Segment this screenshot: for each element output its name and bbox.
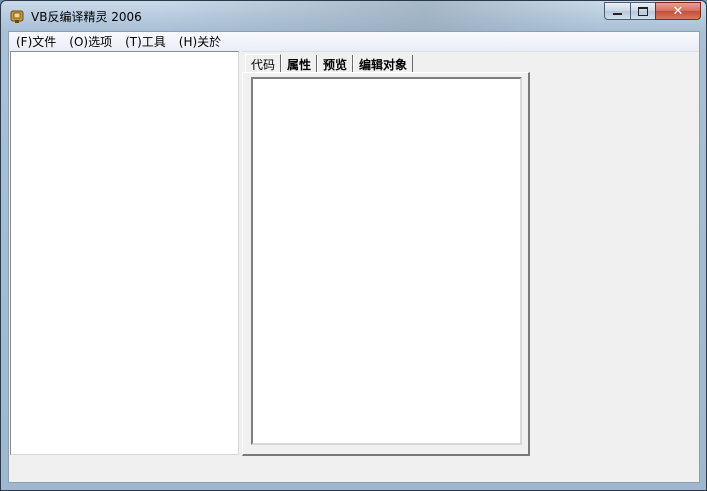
menu-tools[interactable]: (T)工具 bbox=[118, 33, 172, 50]
app-icon[interactable] bbox=[9, 8, 25, 24]
maximize-button[interactable] bbox=[630, 2, 655, 20]
status-area bbox=[9, 456, 699, 482]
tab-panel bbox=[242, 72, 530, 456]
client-area: (F)文件 (O)选项 (T)工具 (H)关於 代码 属性 预览 编辑对象 bbox=[8, 31, 700, 483]
close-icon: ✕ bbox=[672, 3, 684, 19]
tab-strip: 代码 属性 预览 编辑对象 bbox=[245, 53, 414, 74]
caption-buttons: ✕ bbox=[604, 2, 701, 21]
close-button[interactable]: ✕ bbox=[655, 2, 701, 20]
tab-properties[interactable]: 属性 bbox=[281, 55, 318, 73]
menu-options[interactable]: (O)选项 bbox=[62, 33, 118, 50]
title-bar[interactable]: VB反编译精灵 2006 ✕ bbox=[1, 1, 706, 31]
tab-preview[interactable]: 预览 bbox=[317, 55, 354, 73]
window-title: VB反编译精灵 2006 bbox=[31, 10, 142, 24]
tab-code[interactable]: 代码 bbox=[245, 54, 282, 74]
object-tree-pane[interactable] bbox=[10, 51, 239, 455]
code-textbox[interactable] bbox=[251, 77, 522, 445]
app-window: VB反编译精灵 2006 ✕ (F)文件 (O)选项 (T)工具 (H)关於 代… bbox=[0, 0, 707, 491]
menu-about[interactable]: (H)关於 bbox=[172, 33, 227, 50]
menu-file[interactable]: (F)文件 bbox=[9, 33, 62, 50]
maximize-icon bbox=[638, 6, 648, 16]
tab-edit-object[interactable]: 编辑对象 bbox=[353, 55, 414, 73]
minimize-button[interactable] bbox=[604, 2, 630, 20]
minimize-icon bbox=[613, 13, 622, 15]
menu-bar: (F)文件 (O)选项 (T)工具 (H)关於 bbox=[9, 32, 699, 52]
